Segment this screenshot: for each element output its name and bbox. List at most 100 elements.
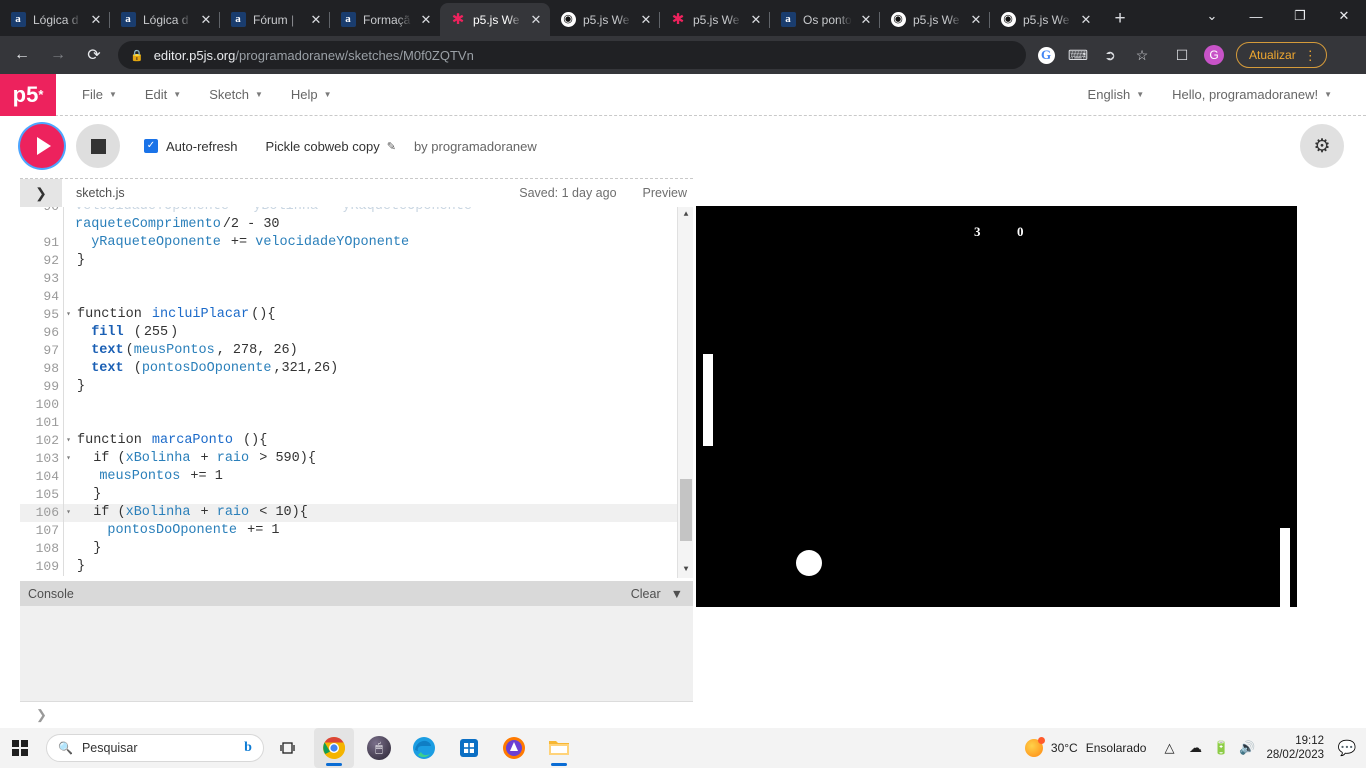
code-line[interactable]: 98 text (pontosDoOponente ,321,26) <box>20 360 693 378</box>
scroll-up-icon[interactable]: ▲ <box>678 207 693 223</box>
maximize-button[interactable]: ❐ <box>1278 0 1322 32</box>
close-tab-icon[interactable]: ✕ <box>306 10 326 30</box>
p5-menu-help[interactable]: Help ▼ <box>277 87 346 102</box>
browser-tab[interactable]: a Lógica d ✕ <box>0 3 110 36</box>
volume-icon[interactable]: 🔊 <box>1234 731 1260 765</box>
bing-chat-icon[interactable]: b <box>237 737 259 759</box>
minimize-button[interactable]: — <box>1234 0 1278 32</box>
chrome-icon[interactable] <box>314 728 354 768</box>
browser-tab[interactable]: ◉ p5.js We ✕ <box>990 3 1100 36</box>
fold-marker-icon[interactable] <box>64 270 73 288</box>
task-view-icon[interactable] <box>269 728 309 768</box>
code-line[interactable]: 107 pontosDoOponente += 1 <box>20 522 693 540</box>
bookmark-star-icon[interactable]: ☆ <box>1128 41 1156 69</box>
code-line[interactable]: 99} <box>20 378 693 396</box>
fold-marker-icon[interactable]: ▾ <box>64 504 73 522</box>
code-line[interactable]: 109} <box>20 558 693 576</box>
fold-marker-icon[interactable] <box>64 414 73 432</box>
code-line[interactable]: 101 <box>20 414 693 432</box>
edit-pencil-icon[interactable]: ✎ <box>387 140 396 153</box>
code-line[interactable]: 97 text (meusPontos, 278, 26) <box>20 342 693 360</box>
address-bar[interactable]: 🔒 editor.p5js.org/programadoranew/sketch… <box>118 41 1026 69</box>
fold-marker-icon[interactable] <box>64 522 73 540</box>
close-tab-icon[interactable]: ✕ <box>636 10 656 30</box>
code-line[interactable]: 100 <box>20 396 693 414</box>
play-button[interactable] <box>20 124 64 168</box>
browser-tab[interactable]: a Os ponto ✕ <box>770 3 880 36</box>
p5-menu-file[interactable]: File ▼ <box>68 87 131 102</box>
tab-search-button[interactable]: ⌄ <box>1190 0 1234 32</box>
code-line[interactable]: 92} <box>20 252 693 270</box>
fold-marker-icon[interactable] <box>64 216 73 234</box>
notification-icon[interactable]: 💬 <box>1334 731 1360 765</box>
close-tab-icon[interactable]: ✕ <box>86 10 106 30</box>
code-line[interactable]: 94 <box>20 288 693 306</box>
close-tab-icon[interactable]: ✕ <box>526 10 546 30</box>
sketch-preview-canvas[interactable]: 3 0 <box>696 206 1297 620</box>
edge-icon[interactable] <box>404 728 444 768</box>
chevron-down-icon[interactable]: ▼ <box>671 587 683 601</box>
fold-marker-icon[interactable] <box>64 486 73 504</box>
chevron-up-icon[interactable]: △ <box>1156 731 1182 765</box>
p5-logo[interactable]: p5 * <box>0 73 56 116</box>
fold-marker-icon[interactable] <box>64 540 73 558</box>
fold-marker-icon[interactable] <box>64 396 73 414</box>
sidebar-toggle-button[interactable]: ❯ <box>20 178 62 208</box>
fold-marker-icon[interactable] <box>64 207 73 216</box>
code-editor[interactable]: 90 velocidadeYOponente = yBolinha - yRaqu… <box>20 207 693 578</box>
translate-icon[interactable]: ⌨ <box>1064 41 1092 69</box>
fold-marker-icon[interactable] <box>64 234 73 252</box>
code-line[interactable]: 108 } <box>20 540 693 558</box>
code-line[interactable]: 96 fill (255) <box>20 324 693 342</box>
code-line[interactable]: 102 ▾ function marcaPonto (){ <box>20 432 693 450</box>
browser-tab[interactable]: a Lógica d ✕ <box>110 3 220 36</box>
browser-tab[interactable]: ✱ p5.js We ✕ <box>660 3 770 36</box>
close-tab-icon[interactable]: ✕ <box>416 10 436 30</box>
gear-icon[interactable]: ⚙ <box>1300 124 1344 168</box>
console-clear-button[interactable]: Clear <box>631 587 661 601</box>
sketch-name[interactable]: Pickle cobweb copy ✎ <box>266 139 396 154</box>
mouse-settings-icon[interactable]: 🖱 <box>359 728 399 768</box>
back-icon[interactable]: ← <box>8 41 36 69</box>
scrollbar-thumb[interactable] <box>680 479 692 541</box>
browser-tab[interactable]: ◉ p5.js We ✕ <box>550 3 660 36</box>
auto-refresh-checkbox[interactable]: ✓ <box>144 139 158 153</box>
account-menu[interactable]: Hello, programadoranew! ▼ <box>1158 87 1346 102</box>
close-tab-icon[interactable]: ✕ <box>746 10 766 30</box>
battery-icon[interactable]: 🔋 <box>1208 731 1234 765</box>
fold-marker-icon[interactable] <box>64 558 73 576</box>
close-tab-icon[interactable]: ✕ <box>856 10 876 30</box>
side-panel-icon[interactable]: ☐ <box>1168 41 1196 69</box>
code-line[interactable]: raqueteComprimento/2 - 30 <box>20 216 693 234</box>
browser-tab[interactable]: a Formaçã ✕ <box>330 3 440 36</box>
close-window-button[interactable]: ✕ <box>1322 0 1366 32</box>
fold-marker-icon[interactable] <box>64 252 73 270</box>
close-tab-icon[interactable]: ✕ <box>196 10 216 30</box>
fold-marker-icon[interactable] <box>64 342 73 360</box>
code-line[interactable]: 106 ▾ if (xBolinha + raio < 10){ <box>20 504 693 522</box>
microsoft-store-icon[interactable] <box>449 728 489 768</box>
p5-menu-edit[interactable]: Edit ▼ <box>131 87 195 102</box>
scroll-down-icon[interactable]: ▼ <box>678 562 693 578</box>
console-input[interactable]: ❯ <box>20 702 693 728</box>
browser-tab[interactable]: ✱ p5.js We ✕ <box>440 3 550 36</box>
fold-marker-icon[interactable] <box>64 360 73 378</box>
browser-tab[interactable]: a Fórum | ✕ <box>220 3 330 36</box>
code-line[interactable]: 103 ▾ if (xBolinha + raio > 590){ <box>20 450 693 468</box>
code-line[interactable]: 104 meusPontos += 1 <box>20 468 693 486</box>
fold-marker-icon[interactable]: ▾ <box>64 306 73 324</box>
onedrive-icon[interactable]: ☁ <box>1182 731 1208 765</box>
chrome-menu-icon[interactable]: ⋮ <box>1304 49 1317 62</box>
language-selector[interactable]: English ▼ <box>1074 87 1159 102</box>
code-line[interactable]: 93 <box>20 270 693 288</box>
code-line[interactable]: 91 yRaqueteOponente += velocidadeYOponen… <box>20 234 693 252</box>
google-icon[interactable]: G <box>1032 41 1060 69</box>
code-line[interactable]: 90 velocidadeYOponente = yBolinha - yRaqu… <box>20 207 693 216</box>
close-tab-icon[interactable]: ✕ <box>966 10 986 30</box>
fold-marker-icon[interactable] <box>64 378 73 396</box>
code-line[interactable]: 95 ▾ function incluiPlacar(){ <box>20 306 693 324</box>
stop-button[interactable] <box>76 124 120 168</box>
browser-tab[interactable]: ◉ p5.js We ✕ <box>880 3 990 36</box>
editor-scrollbar[interactable]: ▲ ▼ <box>677 207 693 578</box>
fold-marker-icon[interactable] <box>64 288 73 306</box>
